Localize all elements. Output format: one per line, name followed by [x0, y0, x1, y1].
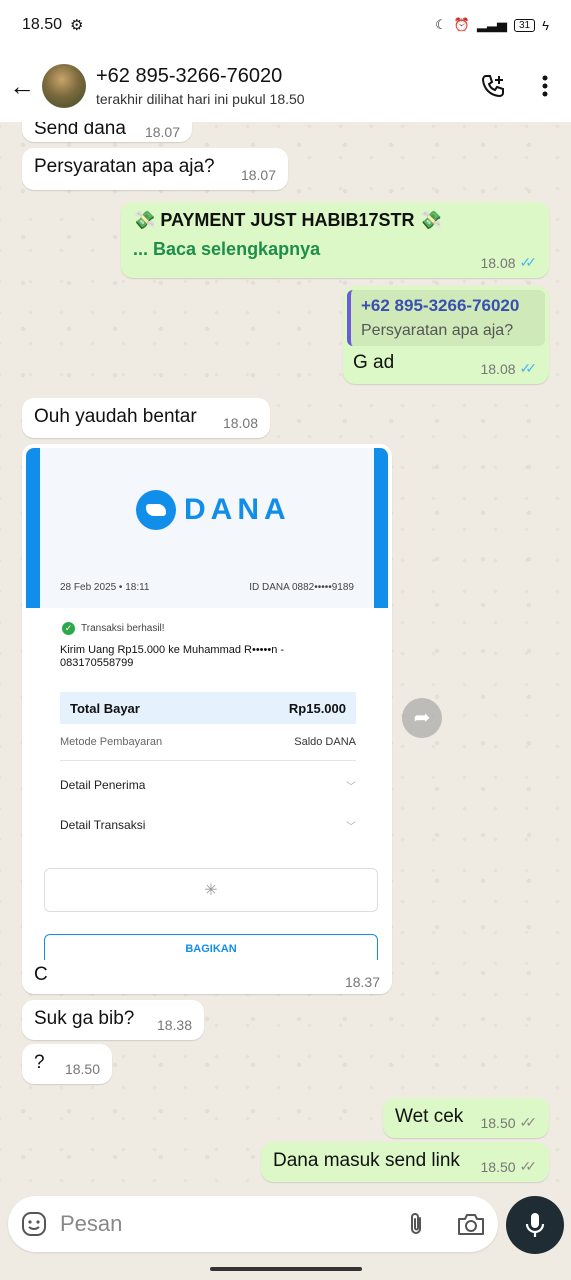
quoted-message[interactable]: +62 895-3266-76020 Persyaratan apa aja? — [347, 290, 545, 346]
message-text: ? — [34, 1052, 45, 1073]
message-bubble[interactable]: +62 895-3266-76020 Persyaratan apa aja? … — [343, 286, 549, 384]
message-bubble[interactable]: Dana masuk send link 18.50 ✓✓ — [261, 1142, 549, 1182]
moon-icon: ☾ — [435, 17, 447, 32]
message-time: 18.08 — [222, 415, 258, 431]
message-input-box — [8, 1196, 498, 1252]
message-text: Ouh yaudah bentar — [34, 406, 197, 427]
receipt-date: 28 Feb 2025 • 18:11 — [60, 582, 150, 593]
total-label: Total Bayar — [70, 700, 140, 716]
back-arrow-icon[interactable]: ← — [2, 71, 42, 102]
detail-transaction-label: Detail Transaksi — [60, 818, 146, 832]
last-seen: terakhir dilihat hari ini pukul 18.50 — [96, 91, 305, 107]
read-more-link[interactable]: ... Baca selengkapnya — [133, 239, 537, 260]
contact-info[interactable]: +62 895-3266-76020 terakhir dilihat hari… — [96, 65, 467, 107]
input-bar — [0, 1192, 571, 1258]
check-circle-icon: ✓ — [62, 622, 75, 635]
detail-recipient-row: Detail Penerima ﹀ — [60, 778, 356, 793]
dana-logo-text: DANA — [184, 493, 291, 526]
message-text: Send dana — [34, 122, 126, 139]
image-message[interactable]: DANA 28 Feb 2025 • 18:11 ID DANA 0882•••… — [22, 444, 392, 994]
more-options-icon[interactable] — [519, 75, 571, 97]
call-add-icon[interactable] — [467, 73, 519, 99]
divider — [60, 760, 356, 761]
forward-icon[interactable]: ➦ — [402, 698, 442, 738]
message-input[interactable] — [60, 1210, 390, 1238]
method-value: Saldo DANA — [294, 736, 356, 748]
gear-icon: ⚙ — [70, 17, 84, 34]
chevron-down-icon: ﹀ — [346, 782, 356, 793]
message-time: 18.08 — [480, 360, 516, 377]
sticker-icon[interactable] — [20, 1210, 48, 1238]
receipt-id: ID DANA 0882•••••9189 — [249, 582, 354, 593]
message-time: 18.37 — [344, 974, 380, 990]
status-icons: ☾ ⏰ ▂▃▅ 31 ϟ — [435, 17, 549, 33]
message-bubble[interactable]: Send dana 18.07 — [22, 122, 192, 142]
image-caption: C — [34, 964, 48, 985]
navigation-bar — [0, 1258, 571, 1280]
quoted-text: Persyaratan apa aja? — [361, 322, 514, 339]
camera-icon[interactable] — [456, 1210, 486, 1238]
detail-recipient-label: Detail Penerima — [60, 778, 146, 792]
alarm-icon: ⏰ — [453, 17, 470, 32]
total-row: Total Bayar Rp15.000 — [60, 692, 356, 724]
read-tick-icon: ✓✓ — [519, 254, 538, 270]
dana-logo-icon — [136, 490, 176, 530]
message-bubble[interactable]: Suk ga bib? 18.38 — [22, 1000, 204, 1040]
spinner-icon: ✳ — [204, 882, 218, 899]
message-time: 18.50 — [64, 1061, 100, 1077]
message-bubble[interactable]: Ouh yaudah bentar 18.08 — [22, 398, 270, 438]
status-bar: 18.50 ⚙ ☾ ⏰ ▂▃▅ 31 ϟ — [0, 0, 571, 50]
message-bubble[interactable]: Persyaratan apa aja? 18.07 — [22, 148, 288, 190]
message-bubble[interactable]: ? 18.50 — [22, 1044, 112, 1084]
delivered-tick-icon: ✓✓ — [519, 1114, 538, 1130]
status-time: 18.50 — [22, 16, 63, 33]
read-tick-icon: ✓✓ — [519, 360, 538, 376]
battery-icon: 31 — [513, 18, 536, 32]
share-button: BAGIKAN — [44, 934, 378, 960]
dana-logo: DANA — [136, 490, 291, 530]
quoted-name: +62 895-3266-76020 — [361, 296, 520, 315]
message-text: Wet cek — [395, 1106, 464, 1127]
signal-icon: ▂▃▅ — [476, 17, 507, 32]
total-value: Rp15.000 — [288, 700, 346, 716]
message-time: 18.38 — [156, 1017, 192, 1033]
microphone-button[interactable] — [506, 1196, 564, 1254]
avatar[interactable] — [42, 64, 86, 108]
message-time: 18.07 — [144, 124, 180, 140]
delivered-tick-icon: ✓✓ — [519, 1158, 538, 1174]
detail-transaction-row: Detail Transaksi ﹀ — [60, 818, 356, 833]
contact-name: +62 895-3266-76020 — [96, 65, 283, 87]
message-text: Suk ga bib? — [34, 1008, 135, 1029]
loading-box: ✳ — [44, 868, 378, 912]
transaction-description: Kirim Uang Rp15.000 ke Muhammad R•••••n … — [60, 644, 285, 669]
transaction-status: ✓ Transaksi berhasil! — [62, 622, 165, 635]
method-label: Metode Pembayaran — [60, 736, 163, 748]
message-time: 18.07 — [240, 167, 276, 183]
receipt-card: ✓ Transaksi berhasil! Kirim Uang Rp15.00… — [40, 608, 374, 858]
message-text: Persyaratan apa aja? — [34, 156, 215, 177]
payment-method-row: Metode Pembayaran Saldo DANA — [60, 736, 356, 748]
status-text: Transaksi berhasil! — [81, 623, 165, 634]
message-bubble[interactable]: 💸 PAYMENT JUST HABIB17STR 💸 ... Baca sel… — [121, 202, 549, 278]
message-text: Dana masuk send link — [273, 1150, 460, 1171]
message-time: 18.50 — [480, 1114, 516, 1131]
chevron-down-icon: ﹀ — [346, 822, 356, 833]
attach-icon[interactable] — [402, 1210, 430, 1238]
message-bubble[interactable]: Wet cek 18.50 ✓✓ — [383, 1098, 549, 1138]
dana-receipt-image[interactable]: DANA 28 Feb 2025 • 18:11 ID DANA 0882•••… — [26, 448, 388, 960]
message-time: 18.50 — [480, 1158, 516, 1175]
chat-header: ← +62 895-3266-76020 terakhir dilihat ha… — [0, 50, 571, 122]
message-time: 18.08 — [480, 254, 516, 271]
message-title: 💸 PAYMENT JUST HABIB17STR 💸 — [133, 210, 442, 230]
charging-icon: ϟ — [542, 17, 549, 33]
microphone-icon — [525, 1213, 545, 1237]
chat-area[interactable]: Send dana 18.07 Persyaratan apa aja? 18.… — [0, 122, 571, 1192]
home-indicator[interactable] — [210, 1267, 362, 1271]
